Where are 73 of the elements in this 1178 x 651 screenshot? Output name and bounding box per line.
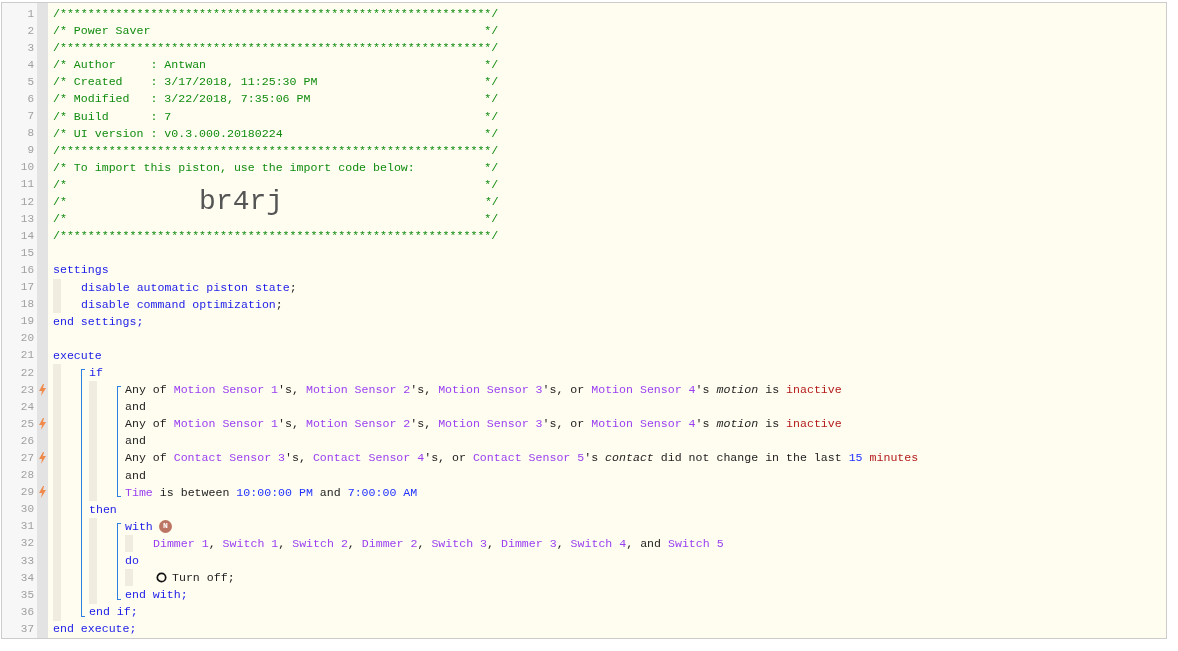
line-number: 30 — [19, 503, 35, 516]
code-line: Turn off; — [172, 570, 235, 587]
line-number: 36 — [19, 605, 35, 618]
line-number: 34 — [19, 571, 35, 584]
line-number: 14 — [19, 229, 35, 242]
code-line: /* Power Saver */ — [53, 23, 499, 40]
code-line: disable automatic piston state; — [81, 279, 297, 296]
line-number: 13 — [19, 212, 35, 225]
code-line: if — [89, 364, 103, 381]
line-number: 26 — [19, 434, 35, 447]
code-line: Any of Motion Sensor 1's, Motion Sensor 2's, Motion Sensor 3's, or Motion Sensor 4's motion is inactive — [125, 416, 842, 433]
line-number: 35 — [19, 588, 35, 601]
line-number: 9 — [26, 144, 35, 157]
line-number: 23 — [19, 383, 35, 396]
code-line: disable command optimization; — [81, 296, 283, 313]
code-line: end execute; — [53, 621, 137, 638]
code-line: Time is between 10:00:00 PM and 7:00:00 AM — [125, 484, 418, 501]
code-line: /* To import this piston, use the import code below: */ — [53, 159, 499, 176]
line-number: 3 — [26, 41, 35, 54]
line-number: 18 — [19, 298, 35, 311]
line-number: 28 — [19, 469, 35, 482]
line-number: 11 — [19, 178, 35, 191]
code-line: and — [125, 433, 146, 450]
line-number: 7 — [26, 110, 35, 123]
code-line: and — [125, 399, 146, 416]
line-number: 6 — [26, 93, 35, 105]
code-line: Dimmer 1, Switch 1, Switch 2, Dimmer 2, Switch 3, Dimmer 3, Switch 4, and Switch 5 — [153, 535, 724, 552]
badge[interactable]: N — [158, 519, 172, 533]
code-line: /**************************************************************/ — [53, 40, 499, 57]
line-number: 19 — [19, 315, 35, 328]
line-number: 20 — [19, 332, 35, 345]
code-line: end if; — [89, 604, 138, 621]
line-number: 8 — [26, 127, 35, 140]
line-number: 12 — [19, 195, 35, 208]
line-number: 2 — [26, 24, 35, 37]
line-number: 29 — [19, 486, 35, 499]
line-number: 16 — [19, 263, 35, 276]
code-line: end settings; — [53, 313, 144, 330]
code-line: /* Created : 3/17/2018, 11:25:30 PM */ — [53, 74, 499, 91]
line-number: 10 — [19, 161, 35, 174]
code-line: /* Author : Antwan */ — [53, 57, 499, 74]
line-number: 25 — [19, 417, 35, 430]
code-line: /**************************************************************/ — [53, 228, 499, 245]
line-number: 31 — [19, 520, 35, 533]
line-number: 22 — [19, 366, 35, 379]
code-line: /* UI version : v0.3.000.20180224 */ — [53, 125, 499, 142]
code-line: Any of Contact Sensor 3's, Contact Sensor 4's, or Contact Sensor 5's contact did not change in the last 15 minutes — [125, 450, 919, 467]
line-number: 24 — [19, 400, 35, 413]
code-line: end with; — [125, 587, 188, 604]
line-number: 17 — [19, 281, 35, 294]
code-line: with — [125, 518, 153, 535]
code-line: /**************************************************************/ — [53, 142, 499, 159]
line-number: 15 — [19, 246, 35, 259]
code-line: settings — [53, 262, 109, 279]
code-line: execute — [53, 347, 102, 364]
line-number: 21 — [19, 349, 35, 362]
code-line: do — [125, 553, 139, 569]
line-number: 4 — [26, 58, 35, 71]
code-line: /* — [53, 194, 68, 211]
code-line: */ — [483, 194, 499, 211]
code-line: /**************************************************************/ — [53, 6, 499, 22]
line-number: 37 — [19, 622, 35, 635]
line-number: 1 — [26, 7, 35, 20]
code-line: then — [89, 501, 117, 518]
line-number: 5 — [26, 75, 35, 88]
line-number: 27 — [19, 452, 35, 464]
ring-icon — [156, 572, 167, 584]
code-line: and — [125, 467, 146, 484]
line-number: 33 — [19, 554, 35, 567]
code-line: /* Build : 7 */ — [53, 108, 499, 125]
line-number: 32 — [19, 537, 35, 550]
code-line: /* Modified : 3/22/2018, 7:35:06 PM */ — [53, 91, 499, 108]
code-line: Any of Motion Sensor 1's, Motion Sensor 2's, Motion Sensor 3's, or Motion Sensor 4's motion is inactive — [125, 382, 842, 399]
